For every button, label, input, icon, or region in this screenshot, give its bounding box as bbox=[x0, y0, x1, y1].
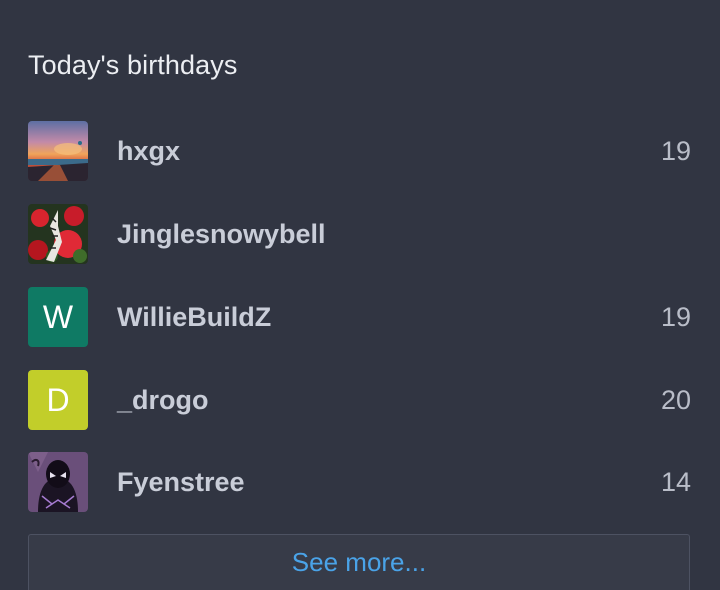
user-name[interactable]: Jinglesnowybell bbox=[117, 217, 326, 251]
user-age: 14 bbox=[660, 467, 691, 497]
list-item[interactable]: hxgx 19 bbox=[0, 121, 720, 183]
list-item[interactable]: W WillieBuildZ 19 bbox=[0, 287, 720, 349]
masked-hero-avatar[interactable] bbox=[28, 452, 88, 512]
user-name[interactable]: Fyenstree bbox=[117, 465, 245, 499]
list-item[interactable]: Jinglesnowybell bbox=[0, 204, 720, 266]
user-name[interactable]: _drogo bbox=[117, 383, 209, 417]
user-age: 19 bbox=[660, 136, 691, 166]
see-more-button[interactable]: See more... bbox=[28, 534, 690, 590]
list-item[interactable]: D _drogo 20 bbox=[0, 370, 720, 432]
butterfly-flowers-avatar[interactable] bbox=[28, 204, 88, 264]
user-name[interactable]: hxgx bbox=[117, 134, 180, 168]
user-age: 20 bbox=[660, 385, 691, 415]
initial-avatar[interactable]: W bbox=[28, 287, 88, 347]
widget-title: Today's birthdays bbox=[28, 50, 238, 80]
user-name[interactable]: WillieBuildZ bbox=[117, 300, 271, 334]
initial-avatar[interactable]: D bbox=[28, 370, 88, 430]
sunset-photo-avatar[interactable] bbox=[28, 121, 88, 181]
list-item[interactable]: Fyenstree 14 bbox=[0, 452, 720, 514]
user-age: 19 bbox=[660, 302, 691, 332]
